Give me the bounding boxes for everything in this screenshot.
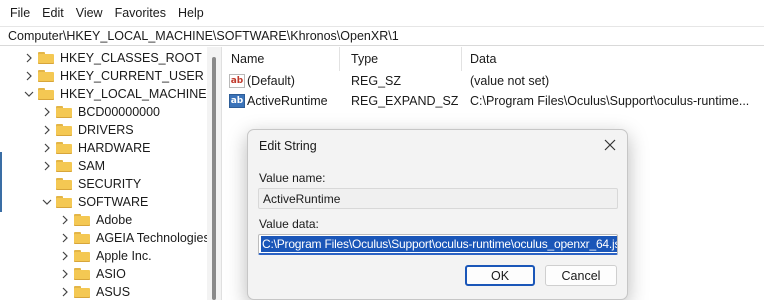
chevron-right-icon[interactable] <box>24 49 34 67</box>
tree-item-label: BCD00000000 <box>78 105 161 119</box>
folder-icon <box>38 70 54 82</box>
tree-item-software[interactable]: SOFTWARE <box>42 193 148 211</box>
value-type: REG_EXPAND_SZ <box>351 94 459 108</box>
tree-item-hklm[interactable]: HKEY_LOCAL_MACHINE <box>24 85 207 103</box>
tree-item-bcd[interactable]: BCD00000000 <box>42 103 160 121</box>
column-header-label: Data <box>470 52 497 66</box>
menu-edit[interactable]: Edit <box>36 6 70 20</box>
tree-item-drivers[interactable]: DRIVERS <box>42 121 134 139</box>
folder-icon <box>56 124 72 136</box>
value-name-field: ActiveRuntime <box>258 188 618 209</box>
tree-item-hkcr[interactable]: HKEY_CLASSES_ROOT <box>24 49 202 67</box>
menu-file[interactable]: File <box>4 6 36 20</box>
folder-icon <box>74 268 90 280</box>
column-header-label: Name <box>231 52 265 66</box>
chevron-right-icon[interactable] <box>60 265 70 283</box>
tree-item-hardware[interactable]: HARDWARE <box>42 139 150 157</box>
chevron-right-icon[interactable] <box>60 247 70 265</box>
folder-icon <box>56 178 72 190</box>
chevron-down-icon[interactable] <box>42 193 52 211</box>
chevron-right-icon[interactable] <box>60 283 70 300</box>
cancel-button[interactable]: Cancel <box>545 265 617 286</box>
chevron-right-icon[interactable] <box>42 121 52 139</box>
table-row[interactable]: ab ActiveRuntime REG_EXPAND_SZ C:\Program… <box>223 91 764 111</box>
chevron-down-icon[interactable] <box>24 85 34 103</box>
string-value-icon: ab <box>229 74 245 88</box>
tree-item-asus[interactable]: ASUS <box>60 283 130 300</box>
folder-icon <box>56 142 72 154</box>
address-bar[interactable]: Computer\HKEY_LOCAL_MACHINE\SOFTWARE\Khr… <box>0 26 764 46</box>
value-name: (Default) <box>247 74 295 88</box>
menu-help[interactable]: Help <box>172 6 210 20</box>
folder-icon <box>74 214 90 226</box>
address-path[interactable]: Computer\HKEY_LOCAL_MACHINE\SOFTWARE\Khr… <box>8 29 399 43</box>
value-name: ActiveRuntime <box>247 94 328 108</box>
close-button[interactable] <box>602 137 618 153</box>
tree-item-label: HARDWARE <box>78 141 151 155</box>
chevron-right-icon[interactable] <box>24 67 34 85</box>
folder-icon <box>74 286 90 298</box>
ok-button[interactable]: OK <box>465 265 535 286</box>
expand-string-value-icon: ab <box>229 94 245 108</box>
tree-item-ageia[interactable]: AGEIA Technologies <box>60 229 210 247</box>
tree-scrollbar[interactable] <box>207 47 221 300</box>
value-data: (value not set) <box>470 74 550 88</box>
edit-string-dialog: Edit String Value name: ActiveRuntime Va… <box>247 129 628 300</box>
value-name-label: Value name: <box>259 171 326 185</box>
menu-bar: File Edit View Favorites Help <box>0 0 764 26</box>
window-edge-accent <box>0 152 2 212</box>
dialog-title: Edit String <box>259 139 317 153</box>
tree-item-sam[interactable]: SAM <box>42 157 105 175</box>
folder-icon <box>74 250 90 262</box>
value-name-text: ActiveRuntime <box>263 191 341 206</box>
tree-item-label: HKEY_CLASSES_ROOT <box>60 51 202 65</box>
registry-tree: HKEY_CLASSES_ROOT HKEY_CURRENT_USER HKEY… <box>0 47 222 300</box>
folder-icon <box>56 106 72 118</box>
value-data-field[interactable]: C:\Program Files\Oculus\Support\oculus-r… <box>258 234 618 255</box>
column-header-name[interactable]: Name <box>231 47 341 71</box>
chevron-right-icon[interactable] <box>42 103 52 121</box>
value-data-text[interactable]: C:\Program Files\Oculus\Support\oculus-r… <box>261 236 617 252</box>
value-data: C:\Program Files\Oculus\Support\oculus-r… <box>470 94 750 108</box>
menu-view[interactable]: View <box>70 6 109 20</box>
tree-item-label: Adobe <box>96 213 133 227</box>
tree-item-apple[interactable]: Apple Inc. <box>60 247 152 265</box>
tree-item-label: Apple Inc. <box>96 249 152 263</box>
chevron-right-icon[interactable] <box>42 157 52 175</box>
value-data-label: Value data: <box>259 217 319 231</box>
tree-item-label: ASIO <box>96 267 126 281</box>
folder-icon <box>56 160 72 172</box>
tree-item-label: HKEY_CURRENT_USER <box>60 69 204 83</box>
tree-item-label: DRIVERS <box>78 123 134 137</box>
tree-item-label: SECURITY <box>78 177 142 191</box>
tree-item-label: SOFTWARE <box>78 195 149 209</box>
tree-item-label: AGEIA Technologies <box>96 231 210 245</box>
folder-icon <box>38 88 54 100</box>
chevron-right-icon[interactable] <box>60 229 70 247</box>
tree-item-label: SAM <box>78 159 106 173</box>
folder-icon <box>74 232 90 244</box>
tree-item-label: ASUS <box>96 285 131 299</box>
table-row[interactable]: ab (Default) REG_SZ (value not set) <box>223 71 764 91</box>
column-header-type[interactable]: Type <box>351 47 461 71</box>
tree-item-asio[interactable]: ASIO <box>60 265 126 283</box>
column-header-data[interactable]: Data <box>470 47 760 71</box>
tree-item-label: HKEY_LOCAL_MACHINE <box>60 87 207 101</box>
close-icon <box>604 139 616 151</box>
column-divider[interactable] <box>339 47 340 71</box>
chevron-right-icon[interactable] <box>42 139 52 157</box>
column-divider[interactable] <box>461 47 462 71</box>
value-type: REG_SZ <box>351 74 402 88</box>
tree-item-security[interactable]: SECURITY <box>42 175 141 193</box>
menu-favorites[interactable]: Favorites <box>109 6 172 20</box>
tree-item-adobe[interactable]: Adobe <box>60 211 132 229</box>
tree-item-hkcu[interactable]: HKEY_CURRENT_USER <box>24 67 204 85</box>
scrollbar-thumb[interactable] <box>212 57 216 300</box>
column-header-label: Type <box>351 52 379 66</box>
folder-icon <box>56 196 72 208</box>
chevron-right-icon[interactable] <box>60 211 70 229</box>
folder-icon <box>38 52 54 64</box>
